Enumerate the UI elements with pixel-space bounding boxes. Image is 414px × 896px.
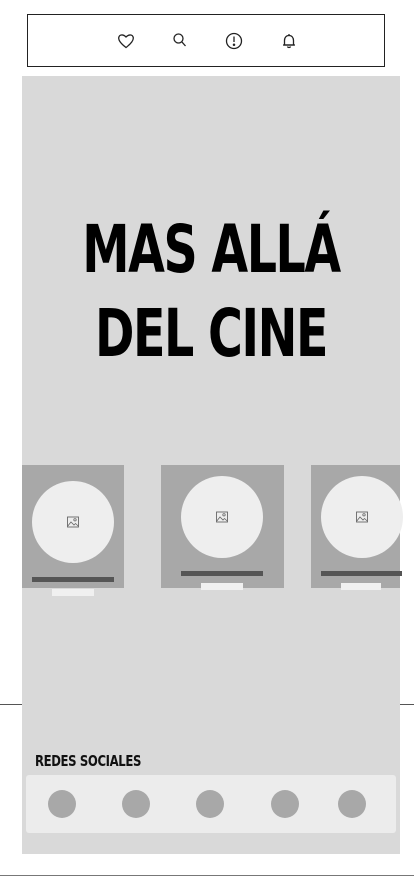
heart-icon[interactable] [116, 31, 136, 51]
image-placeholder-icon [216, 511, 228, 523]
card-title-bar-overflow [400, 571, 402, 576]
hero-title-line-2: DEL CINE [95, 295, 328, 372]
search-icon[interactable] [170, 31, 190, 51]
divider-left [0, 704, 22, 705]
card-title-bar [321, 571, 400, 576]
image-placeholder-icon [356, 511, 368, 523]
social-link-3[interactable] [196, 790, 224, 818]
social-link-5[interactable] [338, 790, 366, 818]
social-links-box [26, 775, 396, 833]
social-link-4[interactable] [271, 790, 299, 818]
carousel-card-3[interactable] [311, 465, 403, 590]
hero-title-line-1: MAS ALLÁ [82, 211, 341, 288]
card-subtitle-bar [201, 583, 243, 590]
hero-title: MAS ALLÁ DEL CINE [75, 208, 347, 376]
divider-right [400, 704, 414, 705]
social-link-2[interactable] [122, 790, 150, 818]
card-image-placeholder [32, 481, 114, 563]
card-title-bar [32, 577, 114, 582]
carousel-card-1[interactable] [22, 465, 124, 596]
card-subtitle-bar [341, 583, 381, 590]
footer-divider [0, 875, 414, 876]
social-title: REDES SOCIALES [35, 752, 141, 770]
card-image-placeholder [321, 476, 403, 558]
carousel-card-2[interactable] [161, 465, 284, 590]
card-subtitle-bar [52, 589, 94, 596]
top-icon-bar [27, 14, 385, 67]
alert-icon[interactable] [224, 31, 244, 51]
page: MAS ALLÁ DEL CINE REDES SOCIALES [0, 0, 414, 896]
image-placeholder-icon [67, 516, 79, 528]
bell-icon[interactable] [279, 31, 299, 51]
card-image-placeholder [181, 476, 263, 558]
card-title-bar [181, 571, 263, 576]
social-link-1[interactable] [48, 790, 76, 818]
